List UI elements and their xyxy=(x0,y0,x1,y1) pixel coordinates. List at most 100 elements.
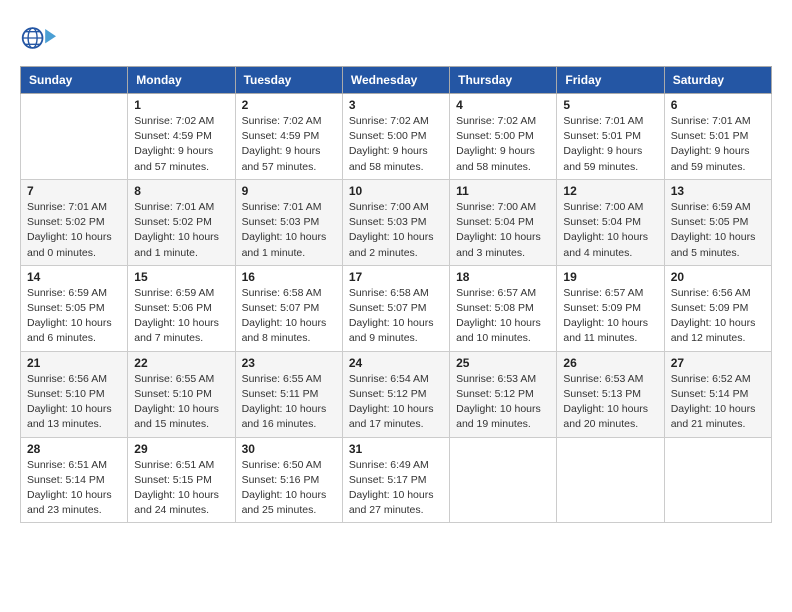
weekday-header-saturday: Saturday xyxy=(664,67,771,94)
day-number: 15 xyxy=(134,270,228,284)
day-number: 29 xyxy=(134,442,228,456)
calendar-cell: 12 Sunrise: 7:00 AM Sunset: 5:04 PM Dayli… xyxy=(557,179,664,265)
calendar-cell xyxy=(450,437,557,523)
day-info: Sunrise: 6:59 AM Sunset: 5:05 PM Dayligh… xyxy=(671,200,765,261)
day-number: 9 xyxy=(242,184,336,198)
day-info: Sunrise: 6:56 AM Sunset: 5:10 PM Dayligh… xyxy=(27,372,121,433)
day-info: Sunrise: 7:01 AM Sunset: 5:01 PM Dayligh… xyxy=(563,114,657,175)
day-info: Sunrise: 7:02 AM Sunset: 5:00 PM Dayligh… xyxy=(349,114,443,175)
calendar-cell: 31Sunrise: 6:49 AM Sunset: 5:17 PM Dayli… xyxy=(342,437,449,523)
day-number: 30 xyxy=(242,442,336,456)
calendar-cell: 13 Sunrise: 6:59 AM Sunset: 5:05 PM Dayli… xyxy=(664,179,771,265)
day-info: Sunrise: 7:02 AM Sunset: 4:59 PM Dayligh… xyxy=(134,114,228,175)
day-info: Sunrise: 7:01 AM Sunset: 5:02 PM Dayligh… xyxy=(27,200,121,261)
calendar-cell: 8 Sunrise: 7:01 AM Sunset: 5:02 PM Daylig… xyxy=(128,179,235,265)
day-number: 3 xyxy=(349,98,443,112)
day-number: 6 xyxy=(671,98,765,112)
calendar-cell: 1 Sunrise: 7:02 AM Sunset: 4:59 PM Daylig… xyxy=(128,94,235,180)
day-number: 21 xyxy=(27,356,121,370)
calendar-cell: 15 Sunrise: 6:59 AM Sunset: 5:06 PM Dayli… xyxy=(128,265,235,351)
day-info: Sunrise: 6:56 AM Sunset: 5:09 PM Dayligh… xyxy=(671,286,765,347)
weekday-header-tuesday: Tuesday xyxy=(235,67,342,94)
calendar-cell: 23 Sunrise: 6:55 AM Sunset: 5:11 PM Dayli… xyxy=(235,351,342,437)
calendar-cell: 10Sunrise: 7:00 AM Sunset: 5:03 PM Dayli… xyxy=(342,179,449,265)
day-number: 28 xyxy=(27,442,121,456)
day-number: 19 xyxy=(563,270,657,284)
calendar-cell: 28 Sunrise: 6:51 AM Sunset: 5:14 PM Dayli… xyxy=(21,437,128,523)
calendar-week-row: 21 Sunrise: 6:56 AM Sunset: 5:10 PM Dayli… xyxy=(21,351,772,437)
calendar-cell: 16 Sunrise: 6:58 AM Sunset: 5:07 PM Dayli… xyxy=(235,265,342,351)
calendar-week-row: 1 Sunrise: 7:02 AM Sunset: 4:59 PM Daylig… xyxy=(21,94,772,180)
day-number: 8 xyxy=(134,184,228,198)
day-number: 1 xyxy=(134,98,228,112)
day-number: 13 xyxy=(671,184,765,198)
logo-icon xyxy=(20,20,56,56)
day-info: Sunrise: 6:57 AM Sunset: 5:08 PM Dayligh… xyxy=(456,286,550,347)
calendar-cell: 14Sunrise: 6:59 AM Sunset: 5:05 PM Dayli… xyxy=(21,265,128,351)
calendar-cell xyxy=(557,437,664,523)
day-info: Sunrise: 6:55 AM Sunset: 5:11 PM Dayligh… xyxy=(242,372,336,433)
day-number: 4 xyxy=(456,98,550,112)
calendar-cell: 30 Sunrise: 6:50 AM Sunset: 5:16 PM Dayli… xyxy=(235,437,342,523)
calendar-cell xyxy=(21,94,128,180)
calendar-week-row: 14Sunrise: 6:59 AM Sunset: 5:05 PM Dayli… xyxy=(21,265,772,351)
day-info: Sunrise: 6:51 AM Sunset: 5:14 PM Dayligh… xyxy=(27,458,121,519)
calendar-cell: 29 Sunrise: 6:51 AM Sunset: 5:15 PM Dayli… xyxy=(128,437,235,523)
calendar-table: SundayMondayTuesdayWednesdayThursdayFrid… xyxy=(20,66,772,523)
day-number: 27 xyxy=(671,356,765,370)
day-number: 25 xyxy=(456,356,550,370)
day-number: 26 xyxy=(563,356,657,370)
day-info: Sunrise: 7:02 AM Sunset: 5:00 PM Dayligh… xyxy=(456,114,550,175)
day-number: 2 xyxy=(242,98,336,112)
page-header xyxy=(20,20,772,56)
calendar-cell: 25 Sunrise: 6:53 AM Sunset: 5:12 PM Dayli… xyxy=(450,351,557,437)
day-number: 18 xyxy=(456,270,550,284)
day-number: 24 xyxy=(349,356,443,370)
calendar-cell: 2 Sunrise: 7:02 AM Sunset: 4:59 PM Daylig… xyxy=(235,94,342,180)
day-number: 7 xyxy=(27,184,121,198)
day-number: 12 xyxy=(563,184,657,198)
calendar-cell: 27 Sunrise: 6:52 AM Sunset: 5:14 PM Dayli… xyxy=(664,351,771,437)
day-info: Sunrise: 7:01 AM Sunset: 5:01 PM Dayligh… xyxy=(671,114,765,175)
calendar-week-row: 7 Sunrise: 7:01 AM Sunset: 5:02 PM Daylig… xyxy=(21,179,772,265)
calendar-cell: 22Sunrise: 6:55 AM Sunset: 5:10 PM Dayli… xyxy=(128,351,235,437)
calendar-cell: 6 Sunrise: 7:01 AM Sunset: 5:01 PM Daylig… xyxy=(664,94,771,180)
calendar-cell: 7 Sunrise: 7:01 AM Sunset: 5:02 PM Daylig… xyxy=(21,179,128,265)
day-info: Sunrise: 6:52 AM Sunset: 5:14 PM Dayligh… xyxy=(671,372,765,433)
day-info: Sunrise: 7:02 AM Sunset: 4:59 PM Dayligh… xyxy=(242,114,336,175)
weekday-header-wednesday: Wednesday xyxy=(342,67,449,94)
weekday-header-friday: Friday xyxy=(557,67,664,94)
day-info: Sunrise: 6:59 AM Sunset: 5:06 PM Dayligh… xyxy=(134,286,228,347)
day-number: 23 xyxy=(242,356,336,370)
day-info: Sunrise: 7:01 AM Sunset: 5:02 PM Dayligh… xyxy=(134,200,228,261)
day-info: Sunrise: 6:53 AM Sunset: 5:13 PM Dayligh… xyxy=(563,372,657,433)
day-number: 16 xyxy=(242,270,336,284)
day-info: Sunrise: 6:53 AM Sunset: 5:12 PM Dayligh… xyxy=(456,372,550,433)
day-number: 14 xyxy=(27,270,121,284)
day-number: 22 xyxy=(134,356,228,370)
logo xyxy=(20,20,60,56)
calendar-cell: 3 Sunrise: 7:02 AM Sunset: 5:00 PM Daylig… xyxy=(342,94,449,180)
day-number: 20 xyxy=(671,270,765,284)
day-info: Sunrise: 7:00 AM Sunset: 5:03 PM Dayligh… xyxy=(349,200,443,261)
calendar-cell xyxy=(664,437,771,523)
weekday-header-sunday: Sunday xyxy=(21,67,128,94)
day-info: Sunrise: 6:58 AM Sunset: 5:07 PM Dayligh… xyxy=(349,286,443,347)
calendar-cell: 26 Sunrise: 6:53 AM Sunset: 5:13 PM Dayli… xyxy=(557,351,664,437)
calendar-cell: 19 Sunrise: 6:57 AM Sunset: 5:09 PM Dayli… xyxy=(557,265,664,351)
day-info: Sunrise: 6:51 AM Sunset: 5:15 PM Dayligh… xyxy=(134,458,228,519)
day-info: Sunrise: 6:58 AM Sunset: 5:07 PM Dayligh… xyxy=(242,286,336,347)
day-number: 5 xyxy=(563,98,657,112)
calendar-cell: 18 Sunrise: 6:57 AM Sunset: 5:08 PM Dayli… xyxy=(450,265,557,351)
day-info: Sunrise: 6:49 AM Sunset: 5:17 PM Dayligh… xyxy=(349,458,443,519)
day-info: Sunrise: 7:00 AM Sunset: 5:04 PM Dayligh… xyxy=(563,200,657,261)
day-number: 11 xyxy=(456,184,550,198)
weekday-header-monday: Monday xyxy=(128,67,235,94)
calendar-header-row: SundayMondayTuesdayWednesdayThursdayFrid… xyxy=(21,67,772,94)
day-info: Sunrise: 6:57 AM Sunset: 5:09 PM Dayligh… xyxy=(563,286,657,347)
calendar-cell: 5 Sunrise: 7:01 AM Sunset: 5:01 PM Daylig… xyxy=(557,94,664,180)
weekday-header-thursday: Thursday xyxy=(450,67,557,94)
day-info: Sunrise: 6:50 AM Sunset: 5:16 PM Dayligh… xyxy=(242,458,336,519)
day-info: Sunrise: 7:01 AM Sunset: 5:03 PM Dayligh… xyxy=(242,200,336,261)
calendar-cell: 4 Sunrise: 7:02 AM Sunset: 5:00 PM Daylig… xyxy=(450,94,557,180)
